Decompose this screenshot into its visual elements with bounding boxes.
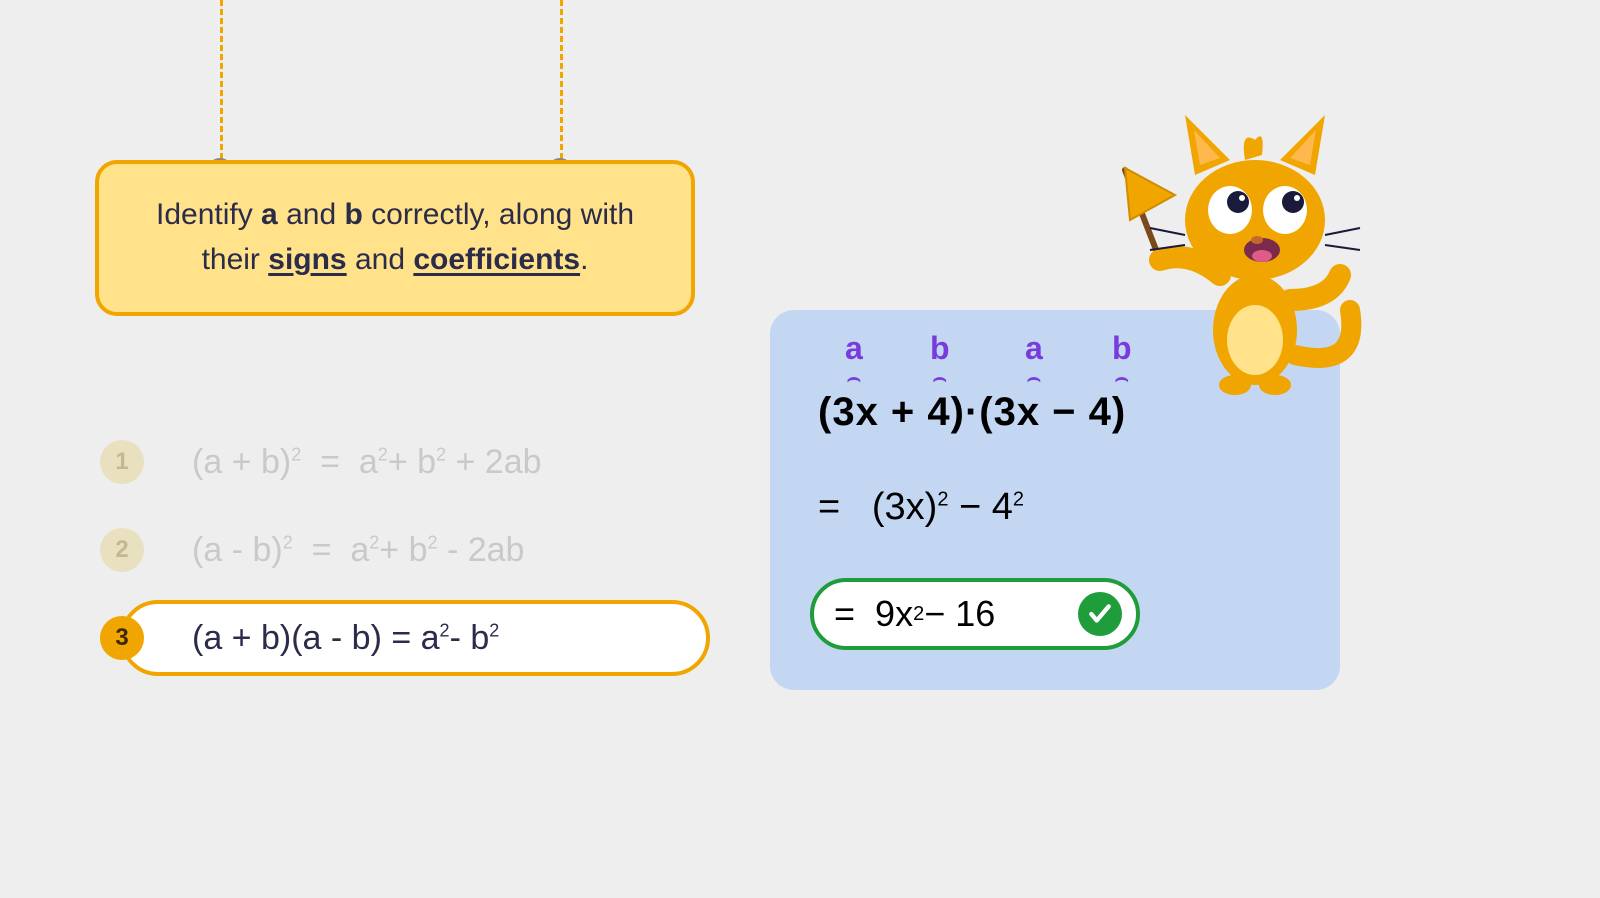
mascot-cat-icon — [1090, 100, 1390, 400]
formula-bullet-2: 2 — [100, 528, 144, 572]
hanger-string-left — [220, 0, 223, 168]
formula-row-2: 2 (a - b)2 = a2+ b2 - 2ab — [100, 506, 700, 594]
caret-icon: ⌢ — [845, 365, 863, 391]
formula-bullet-1: 1 — [100, 440, 144, 484]
caret-icon: ⌢ — [930, 365, 950, 391]
caret-icon: ⌢ — [1025, 365, 1043, 391]
formula-row-1: 1 (a + b)2 = a2+ b2 + 2ab — [100, 418, 700, 506]
instruction-card: Identify a and b correctly, along with t… — [95, 160, 695, 316]
instruction-signs: signs — [268, 243, 346, 276]
checkmark-icon — [1078, 592, 1122, 636]
answer-pill: = 9x2 − 16 — [810, 578, 1140, 650]
formula-eq-3: (a + b)(a - b) = a2- b2 — [192, 619, 499, 658]
var-label-a2: a ⌢ — [1025, 330, 1043, 391]
instruction-text-pre: Identify — [156, 198, 261, 231]
instruction-text-mid1: and — [278, 198, 345, 231]
formula-list: 1 (a + b)2 = a2+ b2 + 2ab 2 (a - b)2 = a… — [100, 418, 700, 682]
var-label-a1: a ⌢ — [845, 330, 863, 391]
expression-main: (3x + 4)·(3x − 4) — [818, 390, 1126, 435]
instruction-text-post: . — [580, 243, 588, 276]
instruction-text-mid3: and — [347, 243, 414, 276]
expression-step: = (3x)2 − 42 — [818, 486, 1024, 529]
formula-eq-2: (a - b)2 = a2+ b2 - 2ab — [192, 531, 524, 570]
var-label-b1: b ⌢ — [930, 330, 950, 391]
instruction-coefficients: coefficients — [413, 243, 580, 276]
formula-bullet-3: 3 — [100, 616, 144, 660]
instruction-var-b: b — [344, 198, 362, 231]
instruction-var-a: a — [261, 198, 278, 231]
formula-row-3: 3 (a + b)(a - b) = a2- b2 — [100, 594, 700, 682]
hanger-string-right — [560, 0, 563, 168]
formula-eq-1: (a + b)2 = a2+ b2 + 2ab — [192, 443, 542, 482]
